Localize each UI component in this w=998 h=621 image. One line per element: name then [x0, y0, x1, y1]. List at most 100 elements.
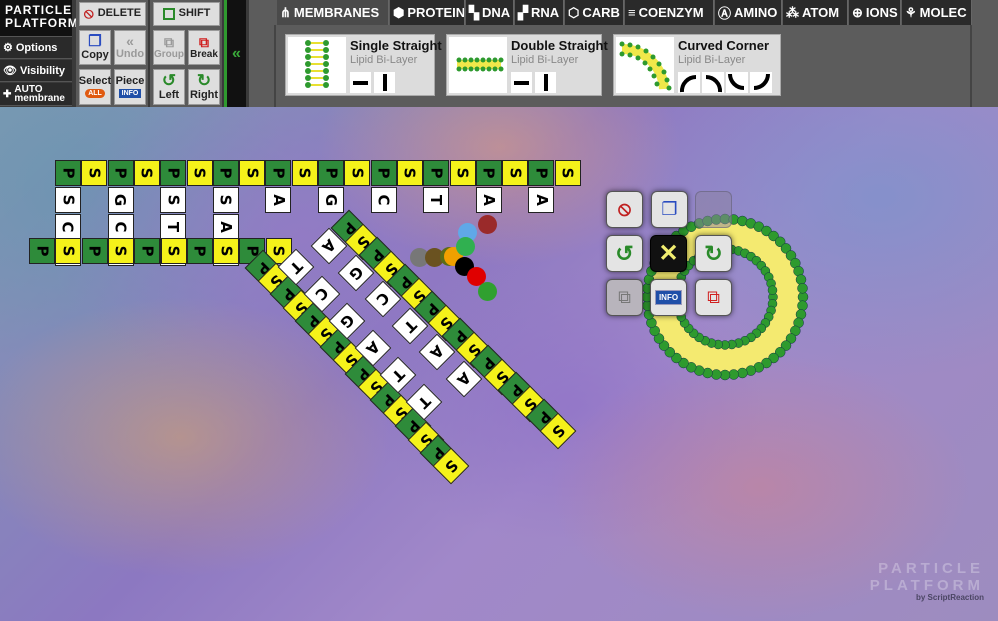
nucleotide-tile[interactable]: S: [160, 187, 187, 213]
nucleotide-tile[interactable]: P: [528, 160, 555, 186]
break-button[interactable]: ⧉ Break: [188, 30, 220, 65]
nucleotide-tile[interactable]: S: [239, 160, 266, 186]
nucleotide-tile[interactable]: G: [318, 187, 344, 213]
single-straight-card[interactable]: Single Straight Lipid Bi-Layer: [285, 34, 442, 96]
curve-bottom-left-icon[interactable]: [726, 72, 748, 93]
hud-close-button[interactable]: ✕: [650, 235, 687, 272]
nucleotide-tile[interactable]: A: [212, 213, 239, 240]
workspace-canvas[interactable]: PSPSPSPSPSPSPSPSPSPSSCGGCGSTASATAGCTAAPS…: [0, 107, 998, 621]
nucleotide-tile[interactable]: P: [186, 238, 213, 264]
tab-dna[interactable]: ▚ DNA: [466, 0, 514, 25]
options-button[interactable]: ⚙ Options: [0, 37, 72, 59]
double-straight-card[interactable]: Double Straight Lipid Bi-Layer: [446, 34, 608, 96]
nucleotide-tile[interactable]: C: [107, 213, 134, 240]
curve-bottom-right-icon[interactable]: [750, 72, 772, 93]
nucleotide-tile[interactable]: S: [160, 238, 187, 264]
amino-icon: Ⓐ: [718, 6, 732, 21]
nucleotide-tile[interactable]: P: [212, 160, 239, 186]
nucleotide-tile[interactable]: A: [475, 187, 502, 213]
tab-amino[interactable]: Ⓐ AMINO: [715, 0, 782, 25]
watermark-byline: by ScriptReaction: [915, 593, 984, 603]
curve-top-right-icon[interactable]: [702, 72, 724, 93]
nucleotide-tile[interactable]: S: [186, 160, 213, 186]
undo-button[interactable]: «Undo: [114, 30, 146, 65]
hud-rotate-left-button[interactable]: ↺: [606, 235, 643, 272]
tab-carb[interactable]: ⬡ CARB: [565, 0, 624, 25]
rotate-left-button[interactable]: ↺ Left: [153, 69, 185, 105]
nucleotide-tile[interactable]: S: [55, 238, 82, 264]
horizontal-orientation-icon[interactable]: [350, 72, 371, 93]
curved-corner-card[interactable]: Curved Corner Lipid Bi-Layer: [613, 34, 781, 96]
nucleotide-tile[interactable]: G: [107, 187, 134, 213]
hud-copy-button[interactable]: ❐: [651, 191, 688, 228]
nucleotide-tile[interactable]: P: [134, 238, 161, 264]
tab-rna[interactable]: ▞ RNA: [515, 0, 564, 25]
nucleotide-tile[interactable]: P: [55, 160, 81, 186]
nucleotide-tile[interactable]: C: [55, 213, 81, 240]
hud-info-button[interactable]: INFO: [650, 279, 687, 316]
nucleotide-tile[interactable]: P: [318, 160, 344, 186]
undo-icon: «: [126, 33, 134, 50]
tab-ions[interactable]: ⊕ IONS: [849, 0, 901, 25]
auto-membrane-button[interactable]: ✚ AUTO membrane: [0, 83, 72, 106]
nucleotide-tile[interactable]: S: [449, 160, 476, 186]
nucleotide-tile[interactable]: T: [160, 213, 187, 240]
nucleotide-tile[interactable]: C: [370, 187, 397, 213]
nucleotide-tile[interactable]: S: [502, 160, 529, 186]
nucleotide-tile[interactable]: P: [81, 238, 108, 264]
tab-label: DNA: [482, 5, 511, 20]
delete-label: DELETE: [97, 7, 142, 20]
card-title: Curved Corner: [678, 38, 770, 53]
nucleotide-tile[interactable]: P: [160, 160, 187, 186]
copy-button[interactable]: ❐ Copy: [79, 30, 111, 65]
vertical-orientation-icon[interactable]: [374, 72, 395, 93]
hud-delete-button[interactable]: ⦸: [606, 191, 643, 228]
vertical-orientation-icon[interactable]: [535, 72, 556, 93]
nucleotide-tile[interactable]: P: [370, 160, 397, 186]
tab-membranes[interactable]: ⋔ MEMBRANES: [277, 0, 389, 25]
nucleotide-tile[interactable]: P: [29, 238, 55, 264]
shift-label: SHIFT: [178, 7, 211, 20]
nucleotide-tile[interactable]: S: [55, 187, 81, 213]
nucleotide-tile[interactable]: S: [344, 160, 371, 186]
nucleotide-tile[interactable]: S: [291, 160, 318, 186]
nucleotide-tile[interactable]: S: [133, 160, 160, 186]
hud-rotate-right-button[interactable]: ↻: [695, 235, 732, 272]
horizontal-orientation-icon[interactable]: [511, 72, 532, 93]
group-icon: ⧉: [618, 287, 631, 307]
app-watermark: PARTICLE PLATFORM by ScriptReaction: [870, 561, 984, 603]
lipid-bead[interactable]: [456, 237, 475, 256]
rotate-right-button[interactable]: ↻ Right: [188, 69, 220, 105]
group-button[interactable]: ⧉ Group: [153, 30, 185, 65]
visibility-button[interactable]: 👁 Visibility: [0, 60, 72, 82]
tab-protein[interactable]: ⬢ PROTEIN: [390, 0, 465, 25]
curve-top-left-icon[interactable]: [678, 72, 700, 93]
double-straight-membrane-icon: [456, 57, 504, 72]
hud-group-button[interactable]: ⧉: [606, 279, 643, 316]
piece-info-button[interactable]: Piece INFO: [114, 69, 146, 105]
info-badge-icon: INFO: [654, 290, 683, 305]
nucleotide-tile[interactable]: P: [107, 160, 134, 186]
nucleotide-tile[interactable]: A: [528, 187, 555, 213]
nucleotide-tile[interactable]: T: [423, 187, 450, 213]
tab-atom[interactable]: ⁂ ATOM: [783, 0, 848, 25]
nucleotide-tile[interactable]: S: [212, 187, 239, 213]
tab-molec[interactable]: ⚘ MOLEC: [902, 0, 972, 25]
lipid-bead[interactable]: [478, 215, 497, 234]
nucleotide-tile[interactable]: S: [107, 238, 134, 264]
nucleotide-tile[interactable]: S: [81, 160, 108, 186]
nucleotide-tile[interactable]: S: [213, 238, 240, 264]
tab-coenzym[interactable]: ≡ COENZYM: [625, 0, 714, 25]
nucleotide-tile[interactable]: P: [423, 160, 450, 186]
nucleotide-tile[interactable]: S: [554, 160, 581, 186]
lipid-bead[interactable]: [478, 282, 497, 301]
nucleotide-tile[interactable]: S: [396, 160, 423, 186]
nucleotide-tile[interactable]: P: [475, 160, 502, 186]
collapse-panel-toggle[interactable]: «: [224, 0, 246, 107]
hud-break-button[interactable]: ⧉: [695, 279, 732, 316]
shift-button[interactable]: SHIFT: [153, 2, 220, 26]
delete-button[interactable]: ⦸ DELETE: [79, 2, 146, 26]
select-all-button[interactable]: Select ALL: [79, 69, 111, 105]
nucleotide-tile[interactable]: A: [265, 187, 292, 213]
nucleotide-tile[interactable]: P: [265, 160, 292, 186]
